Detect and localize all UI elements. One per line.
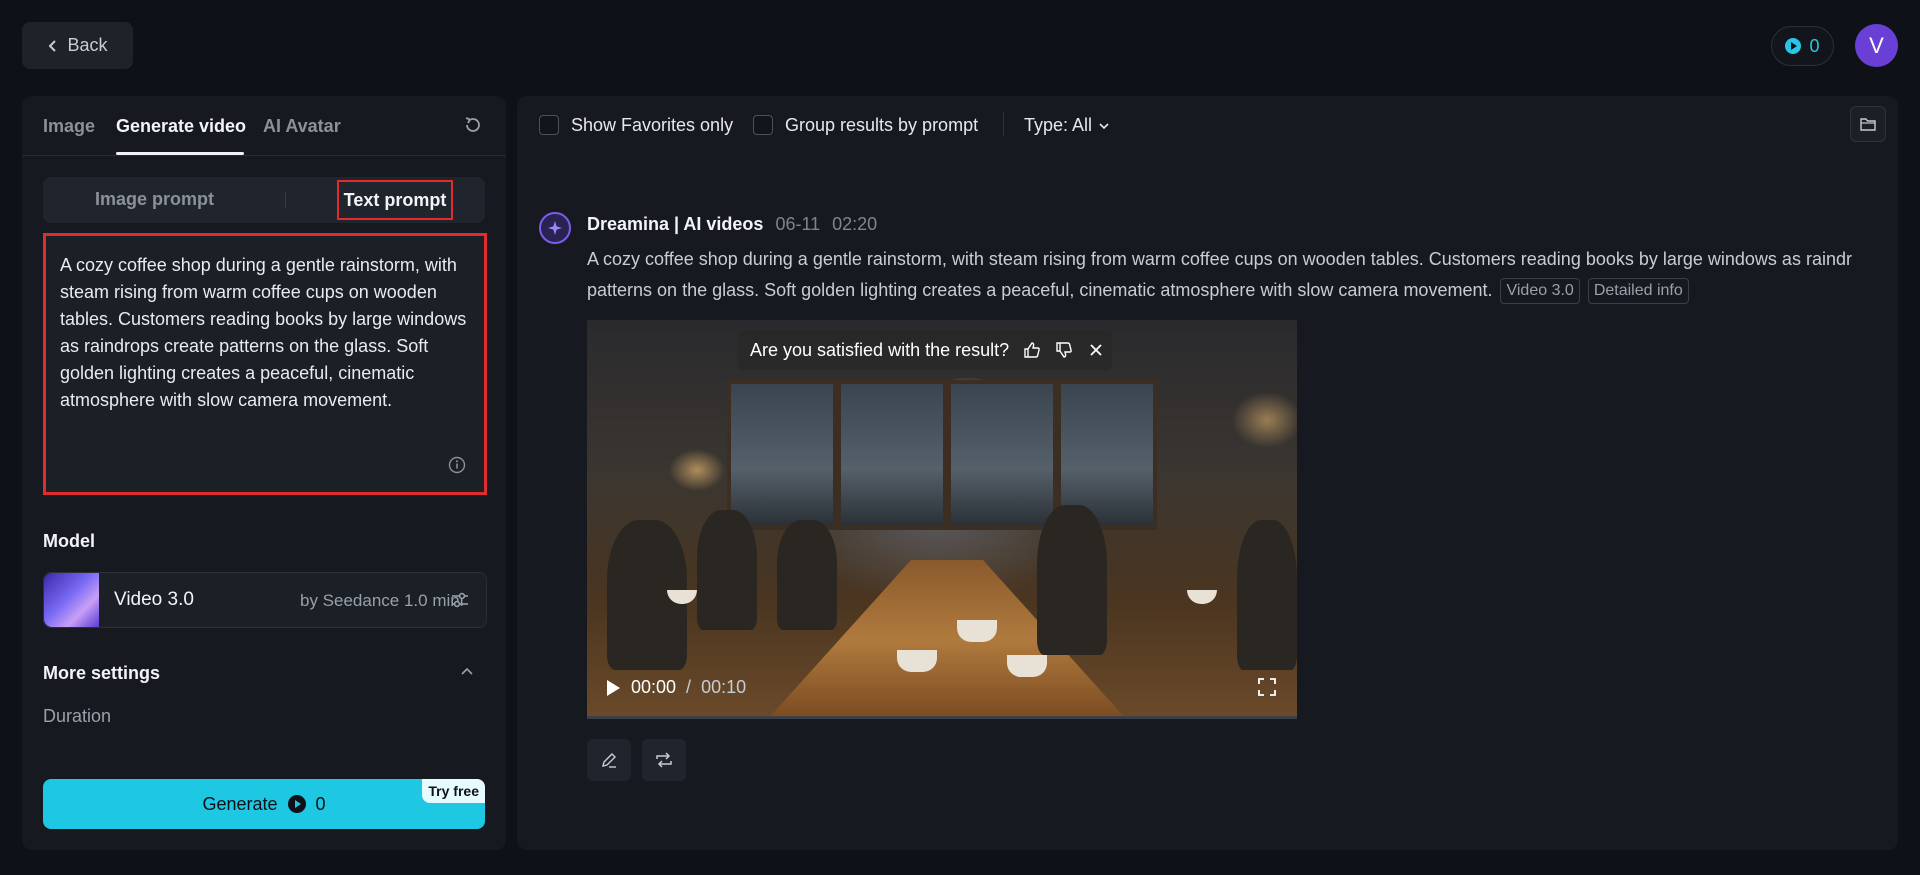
favorites-checkbox[interactable]	[539, 115, 559, 135]
current-time: 00:00	[631, 677, 677, 697]
filter-bar: Show Favorites only Group results by pro…	[517, 96, 1898, 152]
thumbs-down-icon[interactable]	[1055, 341, 1073, 359]
back-button[interactable]: Back	[22, 22, 133, 69]
type-filter-label: Type: All	[1024, 115, 1093, 135]
prompt-input[interactable]: A cozy coffee shop during a gentle rains…	[43, 233, 487, 495]
customer-figure	[777, 520, 837, 630]
generate-label: Generate	[202, 793, 278, 814]
model-tag[interactable]: Video 3.0	[1500, 277, 1580, 304]
filter-divider	[1003, 112, 1004, 136]
coffee-cup	[897, 650, 937, 672]
active-tab-indicator	[116, 152, 244, 155]
coffee-cup	[1187, 590, 1217, 604]
total-time: 00:10	[701, 677, 747, 697]
top-bar: Back 0 V	[0, 0, 1920, 90]
post-time: 02:20	[832, 214, 878, 234]
video-controls: 00:00 / 00:10	[605, 677, 746, 698]
user-avatar[interactable]: V	[1855, 24, 1898, 67]
back-label: Back	[67, 35, 108, 55]
customer-figure	[697, 510, 757, 630]
duration-label: Duration	[43, 706, 112, 726]
coffee-cup	[1007, 655, 1047, 677]
post-prompt-line-2: patterns on the glass. Soft golden light…	[587, 280, 1493, 300]
chevron-up-icon[interactable]	[459, 664, 475, 680]
model-name: Video 3.0	[114, 589, 194, 610]
group-checkbox[interactable]	[753, 115, 773, 135]
credits-pill[interactable]: 0	[1771, 26, 1834, 66]
post-header: Dreamina | AI videos 06-11 02:20	[587, 214, 877, 235]
folder-button[interactable]	[1850, 106, 1886, 142]
post-prompt-line-1: A cozy coffee shop during a gentle rains…	[587, 249, 1852, 269]
tab-image[interactable]: Image	[43, 116, 95, 137]
credit-coin-icon	[1785, 38, 1802, 54]
text-prompt-option[interactable]: Text prompt	[337, 180, 453, 220]
folder-icon	[1860, 118, 1876, 131]
coffee-cup	[957, 620, 997, 642]
switch-divider	[285, 192, 286, 208]
prompt-text[interactable]: A cozy coffee shop during a gentle rains…	[60, 252, 470, 414]
image-prompt-option[interactable]: Image prompt	[95, 189, 214, 210]
more-settings-title[interactable]: More settings	[43, 663, 160, 684]
regenerate-icon	[656, 752, 672, 768]
refresh-icon[interactable]	[462, 114, 484, 136]
customer-figure	[1037, 505, 1107, 655]
fullscreen-icon[interactable]	[1257, 677, 1277, 697]
credit-coin-icon	[287, 795, 306, 813]
group-label[interactable]: Group results by prompt	[785, 115, 978, 136]
regenerate-button[interactable]	[642, 739, 686, 781]
tab-generate-video[interactable]: Generate video	[116, 116, 246, 137]
tab-ai-avatar[interactable]: AI Avatar	[263, 116, 341, 137]
generate-cost: 0	[315, 793, 326, 814]
pencil-icon	[602, 753, 616, 768]
sliders-icon[interactable]	[449, 589, 471, 611]
credits-count: 0	[1809, 35, 1820, 56]
post-author: Dreamina | AI videos	[587, 214, 764, 234]
mode-tabs: Image Generate video AI Avatar	[22, 96, 506, 156]
post-date: 06-11	[775, 214, 821, 234]
sparkle-icon	[548, 221, 562, 235]
thumbs-up-icon[interactable]	[1023, 341, 1041, 359]
play-icon[interactable]	[605, 679, 621, 697]
prompt-mode-switch: Image prompt Text prompt	[43, 177, 485, 223]
window-pane	[837, 380, 947, 530]
edit-button[interactable]	[587, 739, 631, 781]
model-provider: by Seedance 1.0 mini	[300, 591, 464, 610]
post-prompt-line-2-row: patterns on the glass. Soft golden light…	[587, 275, 1689, 306]
window-pane	[947, 380, 1057, 530]
favorites-label[interactable]: Show Favorites only	[571, 115, 733, 136]
model-thumbnail	[44, 573, 99, 627]
dreamina-avatar	[539, 212, 571, 244]
feedback-question: Are you satisfied with the result?	[750, 339, 1010, 360]
window-pane	[727, 380, 837, 530]
chevron-down-icon	[1099, 122, 1109, 129]
model-section-title: Model	[43, 531, 95, 551]
generation-panel: Image Generate video AI Avatar Image pro…	[22, 96, 506, 850]
close-icon[interactable]	[1087, 341, 1105, 359]
chevron-left-icon	[49, 39, 57, 52]
detailed-info-tag[interactable]: Detailed info	[1587, 277, 1689, 304]
time-separator: /	[686, 677, 692, 697]
try-free-badge: Try free	[422, 779, 485, 803]
info-icon[interactable]	[448, 456, 466, 474]
results-panel: Show Favorites only Group results by pro…	[517, 96, 1898, 850]
customer-figure	[1237, 520, 1297, 670]
video-progress-bar[interactable]	[587, 716, 1297, 719]
feedback-toast: Are you satisfied with the result?	[738, 330, 1112, 370]
video-player[interactable]: Are you satisfied with the result? 00:00…	[587, 320, 1297, 719]
generate-button[interactable]: Generate 0 Try free	[43, 779, 485, 829]
type-filter-dropdown[interactable]: Type: All	[1024, 115, 1110, 136]
model-selector[interactable]: Video 3.0 by Seedance 1.0 mini	[43, 572, 487, 628]
